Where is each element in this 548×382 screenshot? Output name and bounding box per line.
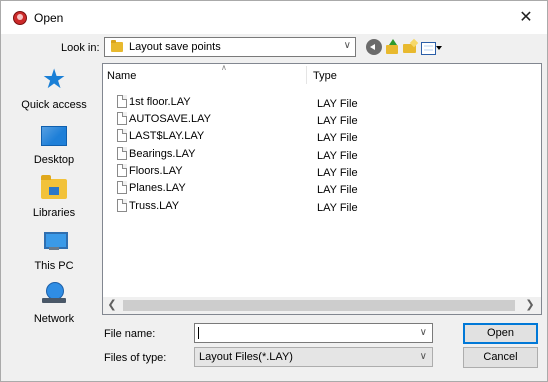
look-in-dropdown[interactable]: Layout save points ∨ [104, 37, 356, 57]
file-icon [117, 112, 127, 125]
list-item[interactable]: LAST$LAY.LAY LAY File [103, 128, 541, 145]
place-label: Network [33, 313, 75, 325]
scroll-right-arrow-icon[interactable]: ❯ [523, 298, 537, 312]
file-name: AUTOSAVE.LAY [129, 113, 211, 125]
look-in-value: Layout save points [129, 41, 221, 53]
desktop-icon [41, 126, 67, 146]
title-bar: Open ✕ [1, 1, 547, 34]
place-label: Libraries [32, 207, 76, 219]
file-list[interactable]: Name ∧ Type 1st floor.LAY LAY File AUTOS… [102, 63, 542, 315]
file-icon [117, 164, 127, 177]
scroll-left-arrow-icon[interactable]: ❮ [105, 298, 119, 312]
list-item[interactable]: Planes.LAY LAY File [103, 180, 541, 197]
libraries-icon [41, 175, 67, 199]
up-folder-icon[interactable] [384, 39, 400, 55]
file-type: LAY File [317, 115, 358, 127]
view-menu-icon[interactable] [421, 39, 443, 55]
place-label: This PC [34, 260, 74, 272]
file-name: Floors.LAY [129, 165, 183, 177]
quick-access-star-icon [41, 64, 67, 95]
column-header: Name ∧ Type [103, 63, 541, 86]
app-icon [13, 11, 27, 25]
list-item[interactable]: Truss.LAY LAY File [103, 198, 541, 215]
file-name: 1st floor.LAY [129, 96, 191, 108]
file-icon [117, 199, 127, 212]
file-icon [117, 129, 127, 142]
new-folder-icon[interactable] [402, 39, 418, 55]
column-name-header[interactable]: Name [107, 70, 136, 82]
text-caret [198, 327, 199, 339]
files-of-type-label: Files of type: [104, 352, 167, 364]
file-name: Bearings.LAY [129, 148, 196, 160]
sort-ascending-icon: ∧ [221, 63, 227, 72]
list-item[interactable]: Floors.LAY LAY File [103, 163, 541, 180]
file-name: Truss.LAY [129, 200, 180, 212]
open-file-dialog: Open ✕ Look in: Layout save points ∨ Qui… [0, 0, 548, 382]
folder-icon [111, 40, 123, 52]
window-title: Open [34, 11, 64, 25]
file-type: LAY File [317, 150, 358, 162]
file-type: LAY File [317, 184, 358, 196]
places-bar: Quick access Desktop Libraries This PC N… [11, 63, 97, 345]
close-button[interactable]: ✕ [513, 7, 539, 29]
file-type: LAY File [317, 202, 358, 214]
file-icon [117, 147, 127, 160]
column-type-header[interactable]: Type [313, 70, 337, 82]
chevron-down-icon: ∨ [419, 351, 427, 362]
file-name: Planes.LAY [129, 182, 186, 194]
place-quick-access[interactable]: Quick access [11, 63, 97, 115]
network-icon [41, 281, 67, 307]
place-network[interactable]: Network [11, 277, 97, 329]
file-name: LAST$LAY.LAY [129, 130, 205, 142]
file-icon [117, 95, 127, 108]
file-type: LAY File [317, 98, 358, 110]
place-libraries[interactable]: Libraries [11, 171, 97, 223]
this-pc-icon [41, 228, 68, 254]
place-desktop[interactable]: Desktop [11, 118, 97, 170]
file-name-label: File name: [104, 328, 156, 340]
horizontal-scrollbar[interactable]: ❮ ❯ [103, 297, 541, 314]
list-item[interactable]: 1st floor.LAY LAY File [103, 94, 541, 111]
place-label: Quick access [21, 99, 87, 111]
column-divider[interactable] [306, 66, 307, 84]
open-button[interactable]: Open [463, 323, 538, 344]
file-type: LAY File [317, 132, 358, 144]
file-icon [117, 181, 127, 194]
look-in-label: Look in: [61, 42, 100, 54]
chevron-down-icon[interactable]: ∨ [420, 327, 427, 338]
file-type: LAY File [317, 167, 358, 179]
scrollbar-thumb[interactable] [123, 300, 515, 311]
back-icon[interactable] [366, 39, 382, 55]
place-label: Desktop [33, 154, 75, 166]
files-of-type-value: Layout Files(*.LAY) [199, 351, 293, 363]
files-of-type-dropdown[interactable]: Layout Files(*.LAY) ∨ [194, 347, 433, 367]
place-this-pc[interactable]: This PC [11, 224, 97, 276]
list-item[interactable]: Bearings.LAY LAY File [103, 146, 541, 163]
list-item[interactable]: AUTOSAVE.LAY LAY File [103, 111, 541, 128]
file-name-input[interactable]: ∨ [194, 323, 433, 343]
cancel-button[interactable]: Cancel [463, 347, 538, 368]
chevron-down-icon: ∨ [343, 40, 351, 51]
